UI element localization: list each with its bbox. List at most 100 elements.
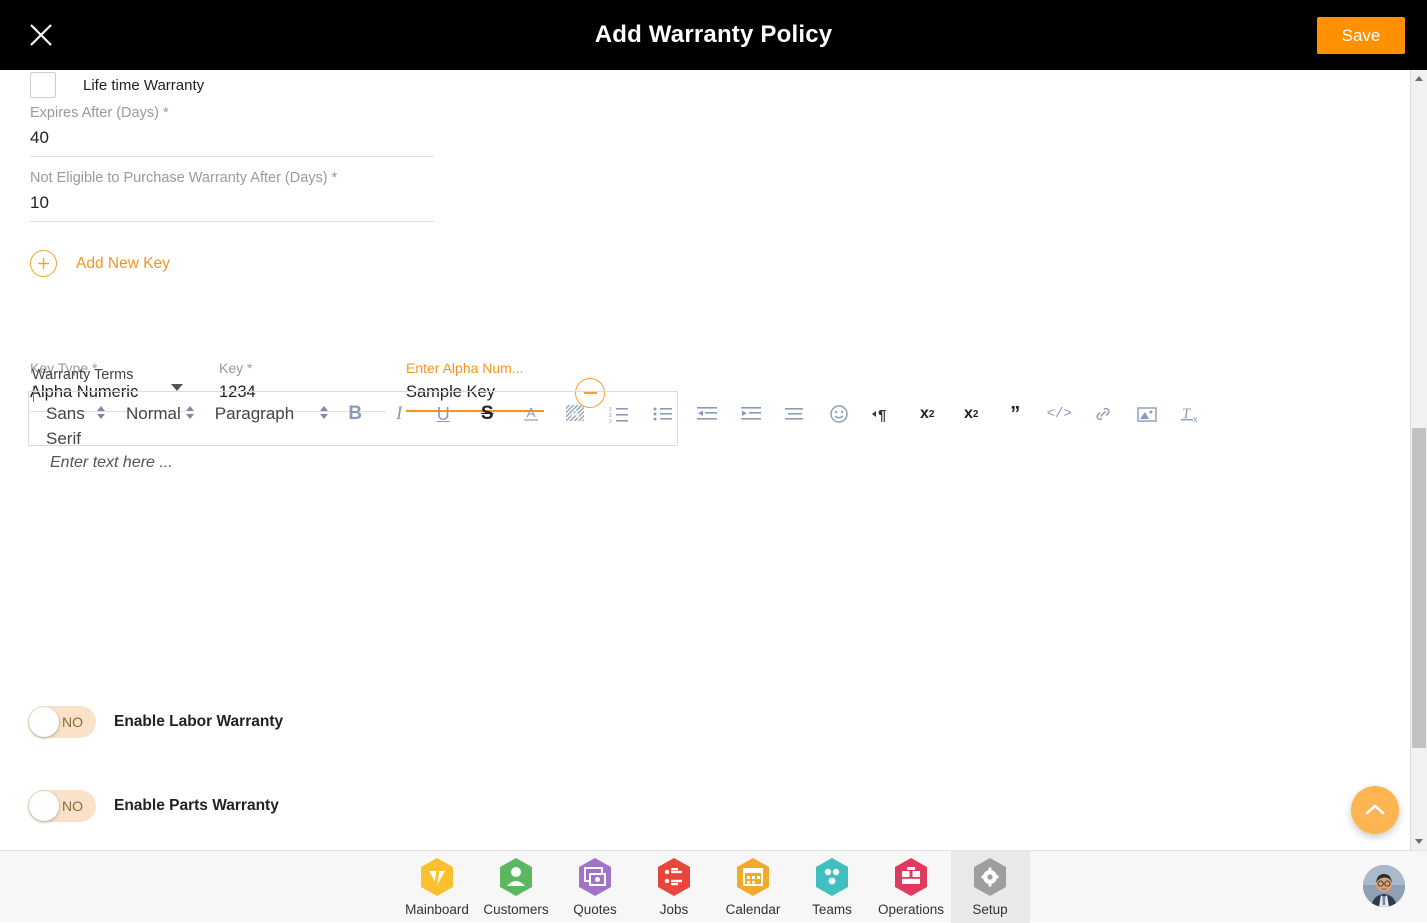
save-button[interactable]: Save [1317,17,1405,54]
bold-icon[interactable]: B [342,401,368,427]
expires-after-input[interactable]: 40 [30,126,434,150]
nav-label: Jobs [660,902,689,917]
enable-labor-warranty-row: NO Enable Labor Warranty [28,706,283,738]
not-eligible-after-label: Not Eligible to Purchase Warranty After … [30,169,434,187]
customers-icon [498,857,534,897]
image-icon[interactable] [1134,401,1160,427]
warranty-terms-label: Warranty Terms [32,367,134,383]
user-avatar[interactable] [1363,865,1405,907]
blockquote-icon[interactable]: ” [1002,401,1028,427]
nav-item-calendar[interactable]: Calendar [714,851,793,923]
nav-label: Calendar [726,902,781,917]
lifetime-warranty-checkbox[interactable] [30,72,56,98]
lifetime-warranty-label: Life time Warranty [83,77,204,94]
clear-format-icon[interactable]: T x [1178,401,1204,427]
teams-icon [814,857,850,897]
lifetime-warranty-row: Life time Warranty [30,72,204,98]
expires-after-label: Expires After (Days) * [30,104,434,122]
toggle-knob [29,791,59,821]
enable-parts-warranty-row: NO Enable Parts Warranty [28,790,279,822]
nav-item-teams[interactable]: Teams [793,851,872,923]
background-color-icon[interactable]: A [562,401,588,427]
mainboard-icon [419,857,455,897]
emoji-icon[interactable] [826,401,852,427]
nav-label: Customers [483,902,548,917]
nav-label: Teams [812,902,852,917]
code-block-icon[interactable]: </> [1046,401,1072,427]
jobs-icon [656,857,692,897]
bullet-list-icon[interactable] [650,401,676,427]
text-color-icon[interactable]: A [518,401,544,427]
warranty-terms-editor[interactable]: Enter text here ... [28,448,1168,708]
nav-item-list: Mainboard Customers Quote [398,851,1030,923]
strikethrough-icon[interactable]: S [474,401,500,427]
plus-circle-icon [30,250,57,277]
nav-label: Mainboard [405,902,469,917]
block-format-value: Paragraph [215,401,294,426]
page-title: Add Warranty Policy [0,0,1427,70]
indent-icon[interactable] [738,401,764,427]
not-eligible-after-field[interactable]: Not Eligible to Purchase Warranty After … [30,169,434,222]
enable-parts-warranty-toggle[interactable]: NO [28,790,96,822]
nav-item-mainboard[interactable]: Mainboard [398,851,477,923]
font-family-select[interactable]: Sans Serif [46,401,106,451]
not-eligible-after-input[interactable]: 10 [30,191,434,215]
nav-item-jobs[interactable]: Jobs [635,851,714,923]
key-label: Key * [219,360,386,377]
scrollbar-thumb[interactable] [1412,428,1426,748]
font-size-value: Normal [126,401,181,426]
nav-label: Quotes [573,902,617,917]
expires-after-field[interactable]: Expires After (Days) * 40 [30,104,434,157]
subscript-icon[interactable]: x2 [914,401,940,427]
enable-labor-warranty-toggle[interactable]: NO [28,706,96,738]
nav-item-quotes[interactable]: Quotes [556,851,635,923]
bottom-navigation-bar: Mainboard Customers Quote [0,850,1427,922]
chevron-up-icon [1364,803,1386,817]
italic-icon[interactable]: I [386,401,412,427]
svg-text:x: x [1193,414,1198,424]
enable-parts-warranty-label: Enable Parts Warranty [114,797,279,815]
add-new-key-button[interactable]: Add New Key [30,250,170,277]
alpha-numeric-label: Enter Alpha Num... [406,360,544,377]
enable-labor-warranty-state: NO [62,706,83,738]
editor-toolbar: Sans Serif Normal Paragraph B I U S A [28,391,1168,446]
scroll-up-arrow-icon[interactable] [1411,70,1427,87]
calendar-icon [735,857,771,897]
operations-icon [893,857,929,897]
toggle-knob [29,707,59,737]
superscript-icon[interactable]: x2 [958,401,984,427]
close-icon[interactable] [24,18,58,52]
ordered-list-icon[interactable]: 1 2 3 [606,401,632,427]
block-format-select[interactable]: Paragraph [215,401,329,426]
align-icon[interactable] [782,401,808,427]
scroll-to-top-button[interactable] [1351,786,1399,834]
link-icon[interactable] [1090,401,1116,427]
nav-label: Operations [878,902,944,917]
nav-item-customers[interactable]: Customers [477,851,556,923]
underline-icon[interactable]: U [430,401,456,427]
stepper-icon[interactable] [320,406,329,422]
svg-text:A: A [527,405,536,420]
form-scroll-area: Life time Warranty Expires After (Days) … [0,70,1410,850]
text-direction-icon[interactable]: ¶ [870,401,896,427]
nav-item-setup[interactable]: Setup [951,851,1030,923]
svg-text:3: 3 [609,419,612,423]
vertical-scrollbar[interactable] [1410,70,1427,850]
enable-parts-warranty-state: NO [62,790,83,822]
setup-icon [972,857,1008,897]
outdent-icon[interactable] [694,401,720,427]
svg-text:¶: ¶ [878,407,886,423]
add-new-key-label: Add New Key [76,255,170,273]
svg-text:A: A [571,406,580,421]
top-header-bar: Add Warranty Policy Save [0,0,1427,70]
stepper-icon[interactable] [97,406,106,422]
stepper-icon[interactable] [186,406,195,422]
chevron-down-icon[interactable] [171,384,183,391]
scroll-down-arrow-icon[interactable] [1411,833,1427,850]
enable-labor-warranty-label: Enable Labor Warranty [114,713,283,731]
editor-placeholder: Enter text here ... [50,454,173,472]
font-family-value: Sans Serif [46,401,92,451]
font-size-select[interactable]: Normal [126,401,195,426]
nav-item-operations[interactable]: Operations [872,851,951,923]
quotes-icon [577,857,613,897]
